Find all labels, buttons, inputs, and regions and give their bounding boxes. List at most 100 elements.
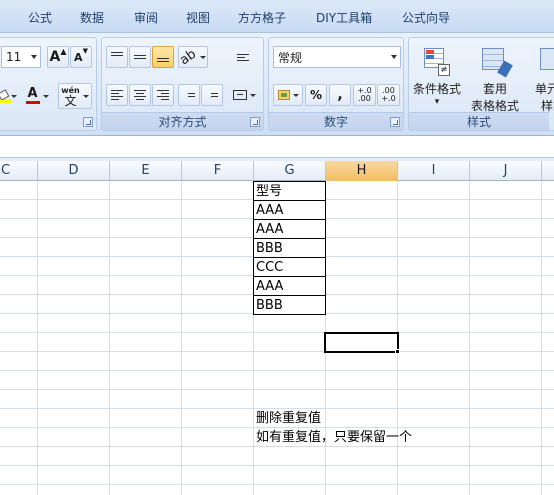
- grid-line: [541, 181, 542, 495]
- tab-fangfang[interactable]: 方方格子: [238, 9, 286, 26]
- conditional-formatting-button[interactable]: ≠ 条件格式 ▾: [409, 46, 465, 116]
- decrease-decimal-icon: .00 +.0: [381, 86, 396, 103]
- wrap-text-icon: [237, 53, 249, 61]
- accounting-format-button[interactable]: [273, 84, 303, 106]
- number-group: 常规 % , +.0 .00 .00 +.0 数字: [268, 37, 404, 131]
- formula-bar[interactable]: [0, 136, 554, 158]
- cell-g5[interactable]: CCC: [253, 257, 326, 277]
- column-header-j[interactable]: J: [470, 161, 542, 181]
- cell-g14-note[interactable]: 如有重复值，只要保留一个: [254, 428, 412, 447]
- cell-g4[interactable]: BBB: [253, 238, 326, 258]
- tab-diy-toolbox[interactable]: DIY工具箱: [316, 9, 372, 26]
- chevron-down-icon: [292, 93, 299, 97]
- format-as-table-icon: [480, 46, 513, 78]
- comma-style-button[interactable]: ,: [329, 84, 351, 106]
- cell-styles-label-1: 单元格: [534, 82, 554, 96]
- cell-styles-icon: [538, 46, 554, 76]
- align-right-button[interactable]: [152, 84, 174, 106]
- tab-data[interactable]: 数据: [80, 9, 104, 26]
- active-cell-selection[interactable]: [324, 332, 399, 353]
- chevron-down-icon: [391, 55, 397, 59]
- align-bottom-button[interactable]: [152, 46, 174, 68]
- grid-line: [0, 370, 554, 371]
- align-left-button[interactable]: [106, 84, 128, 106]
- decrease-decimal-button[interactable]: .00 +.0: [377, 84, 400, 106]
- grow-font-icon: A: [49, 49, 61, 65]
- number-dialog-launcher-icon[interactable]: [390, 117, 400, 127]
- alignment-group: ab 对齐方式: [101, 37, 264, 131]
- column-header-k[interactable]: [542, 161, 554, 181]
- align-center-button[interactable]: [129, 84, 151, 106]
- grid-line: [0, 332, 554, 333]
- column-headers: C D E F G H I J: [0, 161, 554, 181]
- cell-g3[interactable]: AAA: [253, 219, 326, 239]
- align-right-icon: [157, 90, 169, 100]
- grid-line: [37, 181, 38, 495]
- orientation-button[interactable]: ab: [178, 46, 208, 68]
- merge-cells-icon: [232, 90, 247, 100]
- conditional-formatting-icon: ≠: [422, 46, 452, 76]
- align-left-icon: [111, 90, 123, 100]
- ribbon-tab-bar: 公式 数据 审阅 视图 方方格子 DIY工具箱 公式向导: [0, 0, 554, 33]
- align-middle-icon: [134, 55, 146, 59]
- styles-group: ≠ 条件格式 ▾ 套用 表格格式 单元格 样式 样式: [408, 37, 554, 131]
- align-top-button[interactable]: [106, 46, 128, 68]
- worksheet-grid[interactable]: 型号 AAA AAA BBB CCC AAA BBB 删除重复值 如有重复值，只…: [0, 181, 554, 495]
- column-header-i[interactable]: I: [398, 161, 470, 181]
- currency-icon: [277, 90, 290, 100]
- format-as-table-button[interactable]: 套用 表格格式: [467, 46, 523, 123]
- grid-line: [109, 181, 110, 495]
- column-header-e[interactable]: E: [110, 161, 182, 181]
- font-size-combo[interactable]: 11: [1, 46, 41, 68]
- grid-line: [181, 181, 182, 495]
- number-format-combo[interactable]: 常规: [273, 46, 401, 68]
- tab-view[interactable]: 视图: [186, 9, 210, 26]
- align-top-icon: [111, 52, 123, 56]
- grow-font-button[interactable]: A ▲: [47, 46, 69, 68]
- font-group: 11 A ▲ A ▼ A wén 文: [0, 37, 97, 131]
- tab-formula-wizard[interactable]: 公式向导: [402, 9, 450, 26]
- column-header-c[interactable]: C: [0, 161, 38, 181]
- chevron-down-icon[interactable]: [31, 55, 37, 59]
- increase-indent-button[interactable]: [201, 84, 223, 106]
- grid-line: [0, 465, 554, 466]
- font-color-icon: A: [25, 87, 40, 104]
- increase-decimal-icon: +.0 .00: [357, 86, 372, 103]
- merge-center-button[interactable]: [230, 84, 258, 106]
- align-bottom-icon: [157, 58, 169, 62]
- shrink-font-icon: A: [74, 50, 83, 64]
- cell-g7[interactable]: BBB: [253, 295, 326, 315]
- conditional-formatting-label: 条件格式: [412, 82, 461, 96]
- wrap-text-button[interactable]: [232, 46, 254, 68]
- cell-g6[interactable]: AAA: [253, 276, 326, 296]
- column-header-f[interactable]: F: [182, 161, 254, 181]
- tab-review[interactable]: 审阅: [134, 9, 158, 26]
- font-dialog-launcher-icon[interactable]: [83, 117, 93, 127]
- cell-styles-button[interactable]: 单元格 样式: [525, 46, 554, 116]
- column-header-g[interactable]: G: [254, 161, 326, 181]
- column-header-h[interactable]: H: [326, 161, 398, 181]
- decrease-indent-icon: [183, 90, 195, 100]
- cell-g13-note[interactable]: 删除重复值: [254, 409, 321, 428]
- cell-g1[interactable]: 型号: [253, 181, 326, 201]
- percent-style-button[interactable]: %: [305, 84, 327, 106]
- tab-formulas[interactable]: 公式: [28, 9, 52, 26]
- align-middle-button[interactable]: [129, 46, 151, 68]
- number-format-value: 常规: [278, 50, 303, 65]
- decrease-indent-button[interactable]: [178, 84, 200, 106]
- fill-color-button[interactable]: [0, 85, 17, 107]
- text-orientation-icon: ab: [177, 46, 200, 68]
- phonetic-guide-button[interactable]: wén 文: [58, 83, 92, 109]
- shrink-font-button[interactable]: A ▼: [70, 46, 92, 68]
- increase-decimal-button[interactable]: +.0 .00: [353, 84, 376, 106]
- cell-g2[interactable]: AAA: [253, 200, 326, 220]
- chevron-down-icon: [11, 94, 17, 98]
- grid-line: [0, 351, 554, 352]
- phonetic-icon: wén 文: [61, 86, 80, 108]
- chevron-down-icon: [82, 94, 89, 98]
- font-color-button[interactable]: A: [23, 85, 51, 107]
- column-header-d[interactable]: D: [38, 161, 110, 181]
- alignment-dialog-launcher-icon[interactable]: [250, 117, 260, 127]
- fill-handle[interactable]: [395, 349, 400, 354]
- styles-group-label: 样式: [409, 112, 549, 130]
